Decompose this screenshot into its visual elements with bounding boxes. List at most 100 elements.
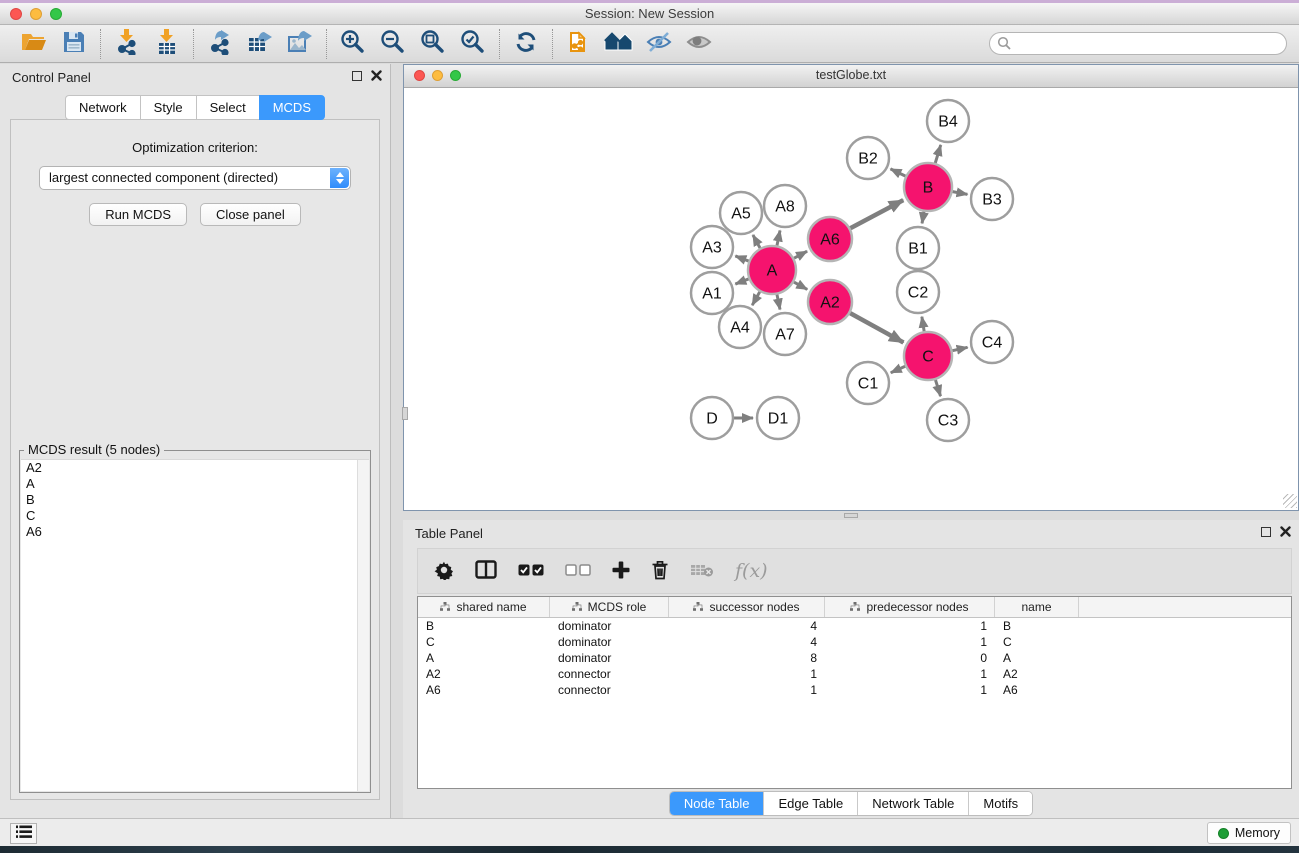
resize-grip[interactable] [1283, 494, 1297, 508]
table-cell[interactable]: A2 [995, 667, 1079, 681]
horizontal-splitter-handle[interactable] [844, 513, 858, 518]
column-header-name[interactable]: name [995, 597, 1079, 617]
table-row[interactable]: A6connector11A6 [418, 682, 1291, 698]
close-window-button[interactable] [10, 8, 22, 20]
table-cell[interactable]: A6 [418, 683, 550, 697]
memory-button[interactable]: Memory [1207, 822, 1291, 844]
graph-edge-A-A1[interactable] [735, 279, 748, 284]
float-table-panel-icon[interactable] [1261, 527, 1271, 537]
table-cell[interactable]: 1 [825, 619, 995, 633]
table-cell[interactable]: 4 [669, 619, 825, 633]
column-header-successor-nodes[interactable]: successor nodes [669, 597, 825, 617]
table-row[interactable]: A2connector11A2 [418, 666, 1291, 682]
table-row[interactable]: Adominator80A [418, 650, 1291, 666]
graph-edge-A-A5[interactable] [753, 235, 760, 248]
graph-edge-A-A2[interactable] [794, 282, 807, 289]
graph-edge-B-B4[interactable] [935, 145, 940, 163]
graph-edge-A6-B[interactable] [850, 200, 903, 228]
export-table-button[interactable] [245, 29, 275, 59]
tab-style[interactable]: Style [140, 95, 196, 120]
show-columns-button[interactable] [475, 560, 497, 582]
graph-edge-C-C2[interactable] [922, 317, 924, 332]
close-panel-button[interactable]: Close panel [200, 203, 301, 226]
table-cell[interactable]: 1 [825, 667, 995, 681]
table-cell[interactable]: B [995, 619, 1079, 633]
delete-table-button[interactable] [690, 562, 714, 581]
refresh-view-button[interactable] [511, 29, 541, 59]
table-cell[interactable]: A6 [995, 683, 1079, 697]
hide-elements-button[interactable] [644, 29, 674, 59]
column-header-mcds-role[interactable]: MCDS role [550, 597, 669, 617]
table-cell[interactable]: 1 [669, 683, 825, 697]
close-panel-icon[interactable] [371, 70, 382, 81]
table-cell[interactable]: 1 [669, 667, 825, 681]
result-scrollbar[interactable] [357, 460, 369, 791]
node-table[interactable]: shared nameMCDS rolesuccessor nodesprede… [417, 596, 1292, 789]
table-cell[interactable]: dominator [550, 619, 669, 633]
function-builder-button[interactable]: f(x) [735, 560, 768, 582]
network-minimize-button[interactable] [432, 70, 443, 81]
select-all-columns-button[interactable] [518, 564, 544, 579]
mcds-result-item[interactable]: A6 [21, 524, 369, 540]
minimize-window-button[interactable] [30, 8, 42, 20]
open-session-button[interactable] [19, 29, 49, 59]
zoom-window-button[interactable] [50, 8, 62, 20]
mcds-result-item[interactable]: A [21, 476, 369, 492]
tab-network[interactable]: Network [65, 95, 140, 120]
tab-motifs[interactable]: Motifs [969, 792, 1032, 815]
tab-edge-table[interactable]: Edge Table [764, 792, 858, 815]
column-header-shared-name[interactable]: shared name [418, 597, 550, 617]
table-cell[interactable]: A2 [418, 667, 550, 681]
graph-edge-A-A4[interactable] [752, 292, 760, 305]
vertical-splitter-handle[interactable] [402, 407, 408, 420]
graph-edge-B-B3[interactable] [953, 192, 968, 195]
table-row[interactable]: Cdominator41C [418, 634, 1291, 650]
graph-edge-A-A3[interactable] [735, 256, 748, 261]
column-header-predecessor-nodes[interactable]: predecessor nodes [825, 597, 995, 617]
mcds-result-item[interactable]: B [21, 492, 369, 508]
graph-edge-A-A6[interactable] [794, 251, 807, 258]
graph-edge-B-B2[interactable] [891, 169, 906, 176]
table-cell[interactable]: B [418, 619, 550, 633]
table-cell[interactable]: A [995, 651, 1079, 665]
graph-edge-C-C1[interactable] [891, 366, 905, 372]
import-table-button[interactable] [152, 29, 182, 59]
show-elements-button[interactable] [684, 29, 714, 59]
network-window-titlebar[interactable]: testGlobe.txt [404, 65, 1298, 88]
save-session-button[interactable] [59, 29, 89, 59]
network-zoom-button[interactable] [450, 70, 461, 81]
graph-edge-A-A8[interactable] [777, 230, 780, 245]
table-cell[interactable]: dominator [550, 651, 669, 665]
table-cell[interactable]: 8 [669, 651, 825, 665]
graph-edge-C-C3[interactable] [935, 380, 940, 396]
table-cell[interactable]: C [418, 635, 550, 649]
close-table-panel-icon[interactable] [1280, 526, 1291, 537]
network-from-file-button[interactable] [564, 29, 594, 59]
table-cell[interactable]: A [418, 651, 550, 665]
graph-edge-C-C4[interactable] [952, 347, 967, 350]
export-network-button[interactable] [205, 29, 235, 59]
table-cell[interactable]: dominator [550, 635, 669, 649]
zoom-selected-button[interactable] [458, 29, 488, 59]
tab-node-table[interactable]: Node Table [670, 792, 765, 815]
mcds-result-item[interactable]: C [21, 508, 369, 524]
table-settings-button[interactable] [434, 560, 454, 583]
home-networks-button[interactable] [604, 29, 634, 59]
run-mcds-button[interactable]: Run MCDS [89, 203, 187, 226]
network-canvas[interactable]: AA1A2A3A4A5A6A7A8BB1B2B3B4CC1C2C3C4DD1 [404, 88, 1298, 509]
search-input[interactable] [989, 32, 1287, 55]
graph-edge-A2-C[interactable] [850, 313, 903, 342]
create-column-button[interactable] [612, 561, 630, 582]
table-cell[interactable]: 0 [825, 651, 995, 665]
table-cell[interactable]: connector [550, 667, 669, 681]
table-cell[interactable]: 1 [825, 635, 995, 649]
mcds-result-item[interactable]: A2 [21, 460, 369, 476]
optimization-select[interactable]: largest connected component (directed) [39, 166, 351, 190]
tab-mcds[interactable]: MCDS [259, 95, 325, 120]
table-cell[interactable]: connector [550, 683, 669, 697]
status-list-button[interactable] [10, 823, 37, 844]
network-close-button[interactable] [414, 70, 425, 81]
zoom-out-button[interactable] [378, 29, 408, 59]
zoom-fit-button[interactable] [418, 29, 448, 59]
table-cell[interactable]: 1 [825, 683, 995, 697]
